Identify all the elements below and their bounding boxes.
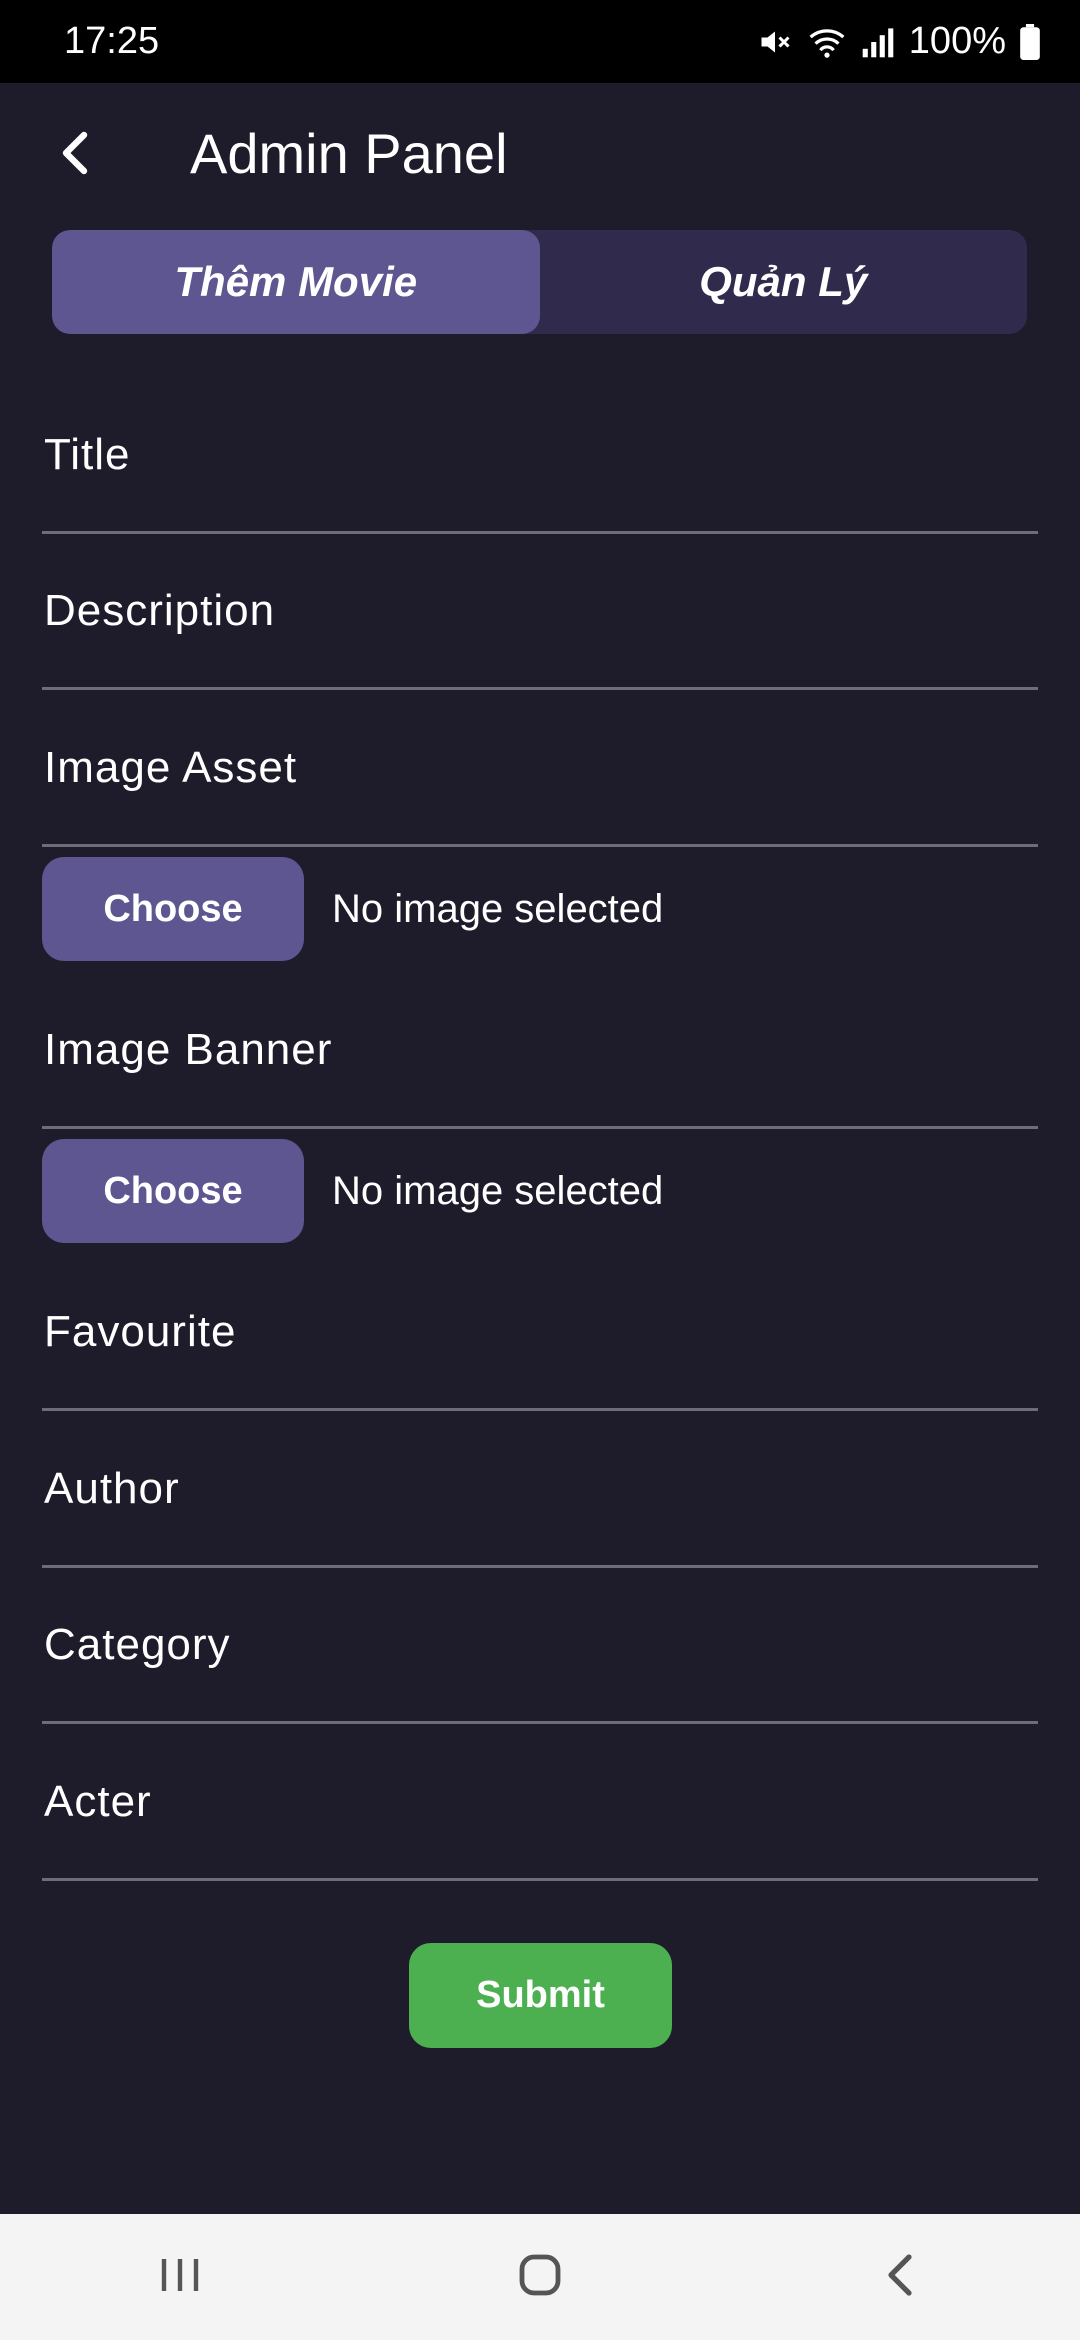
page-title: Admin Panel <box>190 122 508 185</box>
back-icon <box>885 2253 915 2302</box>
image-banner-chooser: Choose No image selected <box>42 1139 663 1243</box>
image-banner-field-label: Image Banner <box>44 1024 333 1074</box>
tab-bar: Thêm Movie Quản Lý <box>52 230 1027 334</box>
signal-icon <box>861 25 895 59</box>
title-field[interactable]: Title <box>42 378 1038 534</box>
acter-field[interactable]: Acter <box>42 1725 1038 1881</box>
system-nav-bar <box>0 2214 1080 2340</box>
description-field-label: Description <box>44 585 276 635</box>
image-asset-status: No image selected <box>332 886 664 931</box>
home-icon <box>518 2253 562 2302</box>
wifi-icon <box>807 24 847 60</box>
favourite-field-label: Favourite <box>44 1306 237 1356</box>
submit-button[interactable]: Submit <box>409 1943 672 2048</box>
image-asset-field-label: Image Asset <box>44 742 298 792</box>
status-time: 17:25 <box>64 20 160 62</box>
image-asset-chooser: Choose No image selected <box>42 857 663 961</box>
image-banner-field[interactable]: Image Banner <box>42 973 1038 1129</box>
battery-text: 100% <box>908 20 1006 62</box>
author-field-label: Author <box>44 1463 180 1513</box>
choose-image-asset-button[interactable]: Choose <box>42 857 304 961</box>
favourite-field[interactable]: Favourite <box>42 1255 1038 1411</box>
recents-button[interactable] <box>120 2237 240 2317</box>
image-banner-status: No image selected <box>332 1168 664 1213</box>
description-field[interactable]: Description <box>42 534 1038 690</box>
category-field[interactable]: Category <box>42 1568 1038 1724</box>
mute-icon <box>757 24 793 60</box>
status-icons: 100% <box>757 20 1040 63</box>
author-field[interactable]: Author <box>42 1412 1038 1568</box>
system-back-button[interactable] <box>840 2237 960 2317</box>
image-asset-field[interactable]: Image Asset <box>42 691 1038 847</box>
tab-quan-ly[interactable]: Quản Lý <box>540 230 1028 334</box>
recents-icon <box>158 2255 202 2300</box>
status-bar: 17:25 100% <box>0 0 1080 83</box>
acter-field-label: Acter <box>44 1776 152 1826</box>
category-field-label: Category <box>44 1619 231 1669</box>
back-button[interactable] <box>44 123 108 187</box>
home-button[interactable] <box>480 2237 600 2317</box>
chevron-left-icon <box>56 129 96 182</box>
choose-image-banner-button[interactable]: Choose <box>42 1139 304 1243</box>
battery-icon <box>1020 23 1040 60</box>
tab-them-movie[interactable]: Thêm Movie <box>52 230 540 334</box>
app-bar: Admin Panel <box>0 83 1080 228</box>
title-field-label: Title <box>44 429 131 479</box>
